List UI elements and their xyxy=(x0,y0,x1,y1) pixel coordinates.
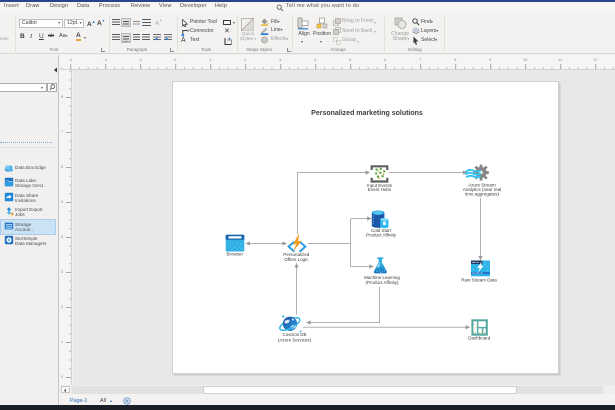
svg-text:Dashboard: Dashboard xyxy=(468,335,491,340)
svg-text:(Product Affinity): (Product Affinity) xyxy=(366,280,399,285)
svg-text:Browser: Browser xyxy=(226,252,243,257)
svg-text:Cosmos DB: Cosmos DB xyxy=(282,332,306,337)
svg-text:Event Hubs: Event Hubs xyxy=(368,187,392,192)
svg-text:Personalized marketing solutio: Personalized marketing solutions xyxy=(311,110,423,117)
svg-text:time aggregates): time aggregates) xyxy=(465,192,499,197)
svg-text:Offers Logic: Offers Logic xyxy=(284,257,309,262)
svg-text:Product Affinity: Product Affinity xyxy=(366,233,397,238)
svg-text:(Azure Services): (Azure Services) xyxy=(278,337,312,342)
svg-text:Raw Stream Data: Raw Stream Data xyxy=(461,277,497,282)
